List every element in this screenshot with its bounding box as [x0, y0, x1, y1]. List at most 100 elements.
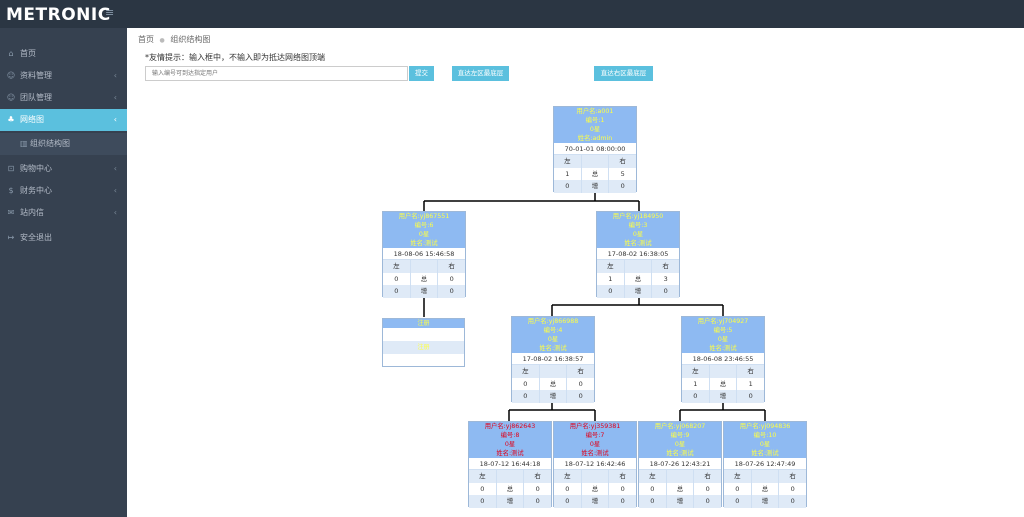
right-total: 0 [620, 484, 625, 493]
node-header[interactable]: 用户名:yj359381 编号:7 0星 姓名:测试 [554, 422, 636, 458]
left-new: 0 [597, 285, 625, 298]
node-name: 姓名:测试 [751, 450, 779, 457]
node-username: 用户名:a001 [576, 108, 614, 115]
node-row-total: 0总0 [724, 482, 806, 496]
empty-cell [625, 260, 653, 273]
node-name: 姓名:测试 [666, 450, 694, 457]
node-id: 编号:6 [414, 222, 434, 229]
node-header[interactable]: 用户名:yj862643 编号:8 0星 姓名:测试 [469, 422, 551, 458]
node-row-total: 0总0 [383, 272, 465, 286]
tree-node[interactable]: 用户名:yj704927 编号:5 0星 姓名:测试 18-06-08 23:46:55… [681, 316, 765, 403]
left-label: 左 [554, 470, 582, 483]
node-username: 用户名:yj704927 [697, 318, 749, 325]
right-label: 右 [789, 472, 796, 480]
right-label: 右 [747, 367, 754, 375]
node-header[interactable]: 用户名:yj867551 编号:6 0星 姓名:测试 [383, 212, 465, 248]
node-level: 0星 [674, 441, 686, 448]
new-label: 增 [497, 495, 525, 508]
left-label: 左 [554, 155, 582, 168]
node-username: 用户名:yj359381 [569, 423, 621, 430]
node-row-total: 1总1 [682, 377, 764, 391]
node-header[interactable]: 用户名:yj184950 编号:3 0星 姓名:测试 [597, 212, 679, 248]
node-date: 17-08-02 16:38:05 [597, 248, 679, 260]
right-new: 0 [620, 497, 625, 506]
left-label: 左 [724, 470, 752, 483]
node-username: 用户名:yj068207 [654, 423, 706, 430]
new-label: 增 [667, 495, 695, 508]
node-level: 0星 [759, 441, 771, 448]
node-id: 编号:10 [753, 432, 777, 439]
node-header[interactable]: 用户名:yj094836 编号:10 0星姓名:测试 [724, 422, 806, 458]
new-label: 增 [710, 390, 738, 403]
tree-node[interactable]: 用户名:yj866988 编号:4 0星 姓名:测试 17-08-02 16:38:57… [511, 316, 595, 403]
right-new: 0 [705, 497, 710, 506]
tree-node[interactable]: 用户名:yj184950 编号:3 0星 姓名:测试 17-08-02 16:38:05… [596, 211, 680, 298]
left-total: 1 [682, 377, 710, 391]
node-row-new: 0增0 [554, 495, 636, 508]
tree-node[interactable]: 用户名:a001 编号:1 0星 姓名:admin 70-01-01 08:00:00 左… [553, 106, 637, 193]
node-level: 0星 [589, 441, 601, 448]
register-slot[interactable]: 注册 注册 [382, 318, 465, 367]
total-label: 总 [582, 482, 610, 496]
left-total: 0 [554, 482, 582, 496]
new-label: 增 [540, 390, 568, 403]
left-total: 0 [469, 482, 497, 496]
tree-node[interactable]: 用户名:yj867551 编号:6 0星 姓名:测试 18-08-06 15:46:58… [382, 211, 466, 298]
right-label: 右 [619, 157, 626, 165]
node-name: 姓名:测试 [581, 450, 609, 457]
total-label: 总 [497, 482, 525, 496]
tree-node[interactable]: 用户名:yj862643 编号:8 0星 姓名:测试 18-07-12 16:44:18… [468, 421, 552, 508]
total-label: 总 [540, 377, 568, 391]
left-label: 左 [469, 470, 497, 483]
empty-cell [497, 470, 525, 483]
left-total: 0 [512, 377, 540, 391]
tree-node[interactable]: 用户名:yj068207 编号:9 0星 姓名:测试 18-07-26 12:43:21… [638, 421, 722, 508]
empty-cell [582, 470, 610, 483]
right-total: 5 [620, 169, 625, 178]
node-header[interactable]: 用户名:yj704927 编号:5 0星 姓名:测试 [682, 317, 764, 353]
node-level: 0星 [547, 336, 559, 343]
node-row-header: 左右 [554, 470, 636, 483]
left-new: 0 [512, 390, 540, 403]
empty-cell [540, 365, 568, 378]
node-header[interactable]: 用户名:a001 编号:1 0星 姓名:admin [554, 107, 636, 143]
node-header[interactable]: 用户名:yj866988 编号:4 0星 姓名:测试 [512, 317, 594, 353]
node-row-new: 0增0 [512, 390, 594, 403]
left-label: 左 [597, 260, 625, 273]
node-level: 0星 [418, 231, 430, 238]
node-row-total: 0总0 [554, 482, 636, 496]
node-id: 编号:1 [585, 117, 605, 124]
total-label: 总 [710, 377, 738, 391]
register-link[interactable]: 注册 [383, 341, 464, 354]
right-label: 右 [619, 472, 626, 480]
node-date: 18-07-26 12:47:49 [724, 458, 806, 470]
right-label: 右 [448, 262, 455, 270]
right-new: 0 [620, 182, 625, 191]
node-date: 70-01-01 08:00:00 [554, 143, 636, 155]
node-name: 姓名:测试 [539, 345, 567, 352]
node-level: 0星 [589, 126, 601, 133]
empty-cell [710, 365, 738, 378]
right-new: 0 [748, 392, 753, 401]
right-total: 0 [790, 484, 795, 493]
right-label: 右 [577, 367, 584, 375]
node-row-total: 1总 5 [554, 167, 636, 181]
node-id: 编号:3 [628, 222, 648, 229]
node-header[interactable]: 用户名:yj068207 编号:9 0星 姓名:测试 [639, 422, 721, 458]
left-new: 0 [639, 495, 667, 508]
tree-node[interactable]: 用户名:yj359381 编号:7 0星 姓名:测试 18-07-12 16:42:46… [553, 421, 637, 508]
node-username: 用户名:yj094836 [739, 423, 791, 430]
total-label: 总 [667, 482, 695, 496]
new-label: 增 [411, 285, 439, 298]
right-new: 0 [663, 287, 668, 296]
left-label: 左 [383, 260, 411, 273]
node-level: 0星 [717, 336, 729, 343]
node-row-new: 0增0 [597, 285, 679, 298]
left-total: 1 [597, 272, 625, 286]
tree-node[interactable]: 用户名:yj094836 编号:10 0星姓名:测试 18-07-26 12:47:4… [723, 421, 807, 508]
node-date: 18-07-12 16:42:46 [554, 458, 636, 470]
node-row-new: 0增0 [724, 495, 806, 508]
node-row-header: 左右 [639, 470, 721, 483]
node-id: 编号:8 [500, 432, 520, 439]
node-date: 17-08-02 16:38:57 [512, 353, 594, 365]
